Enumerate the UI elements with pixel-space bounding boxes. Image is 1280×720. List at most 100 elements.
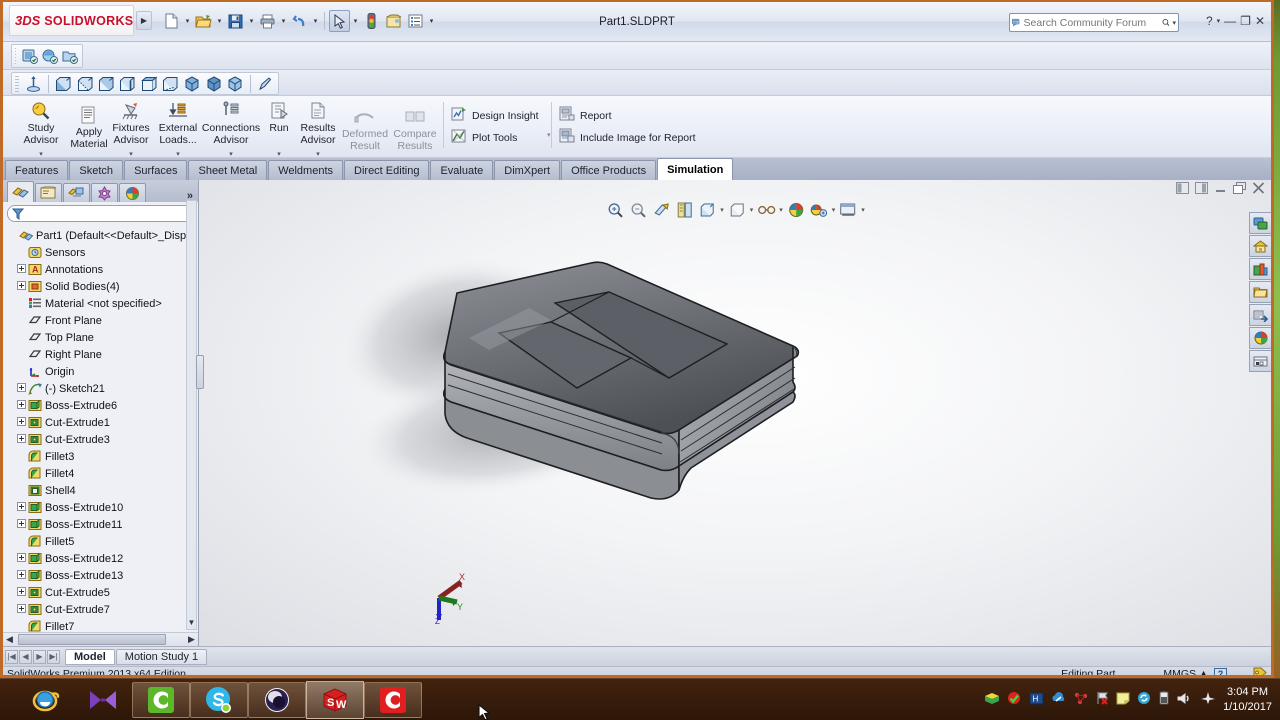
search-dropdown-icon[interactable]: ▾ (1172, 19, 1176, 27)
taskbar-clock[interactable]: 3:04 PM 1/10/2017 (1223, 685, 1272, 715)
status-help-icon[interactable]: ? (1214, 668, 1227, 675)
dimetric-view-button[interactable] (225, 73, 244, 95)
view-palette-button[interactable] (1249, 281, 1271, 303)
tree-scroll-left-icon[interactable]: ◀ (3, 634, 16, 646)
file-properties-button[interactable] (383, 10, 404, 32)
display-manager-tab[interactable] (119, 183, 146, 202)
taskbar-camtasia-red[interactable] (364, 681, 422, 718)
tree-item[interactable]: Fillet4 (5, 465, 198, 482)
normal-to-button[interactable] (24, 73, 43, 95)
isometric-view-button[interactable] (182, 73, 201, 95)
dimxpert-manager-tab[interactable] (91, 183, 118, 202)
new-document-button[interactable] (161, 10, 182, 32)
display-style-dropdown-icon[interactable]: ▾ (720, 206, 724, 214)
apply-scene-button[interactable] (786, 200, 806, 219)
tab-evaluate[interactable]: Evaluate (430, 160, 494, 180)
close-window-button[interactable]: ✕ (1255, 14, 1265, 28)
tree-item[interactable]: (-) Sketch21 (5, 380, 198, 397)
tree-expander-icon[interactable] (16, 417, 27, 428)
open-document-button[interactable] (193, 10, 214, 32)
search-community-forum[interactable]: ▾ (1009, 13, 1179, 32)
edit-appearance-button[interactable] (756, 200, 776, 219)
tree-scroll-thumb[interactable] (18, 634, 166, 645)
zoom-to-area-button[interactable] (628, 200, 648, 219)
taskbar-movie-maker[interactable] (74, 681, 132, 719)
tray-battery-icon[interactable] (1158, 691, 1170, 708)
restore-right-pane-icon[interactable] (1195, 182, 1208, 197)
report-button[interactable]: Report (559, 106, 612, 125)
display-style-button[interactable] (697, 200, 717, 219)
tree-expander-icon[interactable] (16, 587, 27, 598)
hide-show-items-button[interactable] (727, 200, 747, 219)
new-study-button[interactable] (21, 45, 39, 67)
tree-expander-icon[interactable] (16, 604, 27, 615)
tree-scroll-down-icon[interactable]: ▼ (187, 618, 196, 629)
tray-monitor-icon[interactable]: H (1029, 692, 1044, 708)
design-library-button[interactable] (1249, 235, 1271, 257)
tab-dimxpert[interactable]: DimXpert (494, 160, 561, 180)
view-settings-dropdown-icon[interactable]: ▾ (832, 206, 836, 214)
feature-filter-input[interactable] (24, 208, 189, 219)
status-tag-icon[interactable] (1253, 667, 1267, 675)
taskbar-camtasia-green[interactable] (132, 681, 190, 718)
tray-volume-icon[interactable] (1177, 692, 1193, 708)
deformed-result-button[interactable]: Deformed Result (341, 106, 389, 152)
tab-simulation[interactable]: Simulation (657, 158, 734, 180)
results-advisor-button[interactable]: Results Advisor ▾ (295, 100, 341, 158)
tab-direct-editing[interactable]: Direct Editing (344, 160, 430, 180)
tree-item[interactable]: Material <not specified> (5, 295, 198, 312)
trimetric-view-button[interactable] (204, 73, 223, 95)
select-tool-dropdown-icon[interactable]: ▾ (351, 17, 360, 25)
nav-first-button[interactable]: |◀ (5, 649, 18, 664)
tray-cloud-icon[interactable] (1051, 692, 1067, 707)
zoom-to-fit-button[interactable] (605, 200, 625, 219)
tree-expander-icon[interactable] (16, 553, 27, 564)
connections-advisor-button[interactable]: Connections Advisor ▾ (201, 100, 261, 158)
tree-expander-icon[interactable] (16, 400, 27, 411)
minimize-window-button[interactable]: — (1224, 14, 1236, 28)
options-button[interactable] (405, 10, 426, 32)
view-selector-button[interactable] (256, 73, 275, 95)
front-view-button[interactable] (54, 73, 73, 95)
tree-expander-icon[interactable] (16, 570, 27, 581)
taskbar-internet-explorer[interactable] (16, 681, 74, 719)
compare-results-button[interactable]: Compare Results (391, 106, 439, 152)
view-orientation-button[interactable] (674, 200, 694, 219)
tree-item[interactable]: Boss-Extrude13 (5, 567, 198, 584)
viewport-layout-dropdown-icon[interactable]: ▾ (861, 206, 865, 214)
tree-scroll-right-icon[interactable]: ▶ (185, 634, 198, 646)
tree-item[interactable]: Right Plane (5, 346, 198, 363)
tree-item[interactable]: Cut-Extrude7 (5, 601, 198, 618)
tab-sketch[interactable]: Sketch (69, 160, 124, 180)
maximize-window-button[interactable]: ❐ (1240, 14, 1251, 28)
tab-sheet-metal[interactable]: Sheet Metal (188, 160, 268, 180)
solidworks-forum-button[interactable] (1249, 350, 1271, 372)
tree-item[interactable]: Top Plane (5, 329, 198, 346)
tray-note-icon[interactable] (1116, 692, 1130, 708)
close-document-icon[interactable] (1252, 182, 1265, 197)
design-insight-button[interactable]: Design Insight (451, 106, 539, 125)
tree-item[interactable]: Boss-Extrude12 (5, 550, 198, 567)
enclosure-case-model[interactable] (199, 200, 1271, 646)
feature-tree-filter[interactable] (7, 205, 194, 222)
select-tool-button[interactable] (329, 10, 350, 32)
open-document-dropdown-icon[interactable]: ▾ (215, 17, 224, 25)
right-view-button[interactable] (118, 73, 137, 95)
study-advisor-button[interactable]: Study Advisor ▾ (15, 100, 67, 158)
tray-airplane-icon[interactable] (1200, 691, 1216, 708)
tree-item[interactable]: Cut-Extrude5 (5, 584, 198, 601)
hide-show-dropdown-icon[interactable]: ▾ (750, 206, 754, 214)
help-dropdown-icon[interactable]: ▾ (1217, 17, 1221, 25)
tree-item[interactable]: Cut-Extrude3 (5, 431, 198, 448)
tree-item[interactable]: A Annotations (5, 261, 198, 278)
tree-item[interactable]: Origin (5, 363, 198, 380)
tab-surfaces[interactable]: Surfaces (124, 160, 188, 180)
save-document-dropdown-icon[interactable]: ▾ (247, 17, 256, 25)
study-properties-button[interactable] (61, 45, 79, 67)
apply-material-button[interactable]: Apply Material (65, 104, 113, 150)
feature-tree[interactable]: Part1 (Default<<Default>_Disp▲ Sensors A An… (3, 225, 198, 646)
undo-dropdown-icon[interactable]: ▾ (311, 17, 320, 25)
options-dropdown-icon[interactable]: ▾ (427, 17, 436, 25)
tree-item[interactable]: Cut-Extrude1 (5, 414, 198, 431)
tab-model[interactable]: Model (65, 648, 115, 665)
